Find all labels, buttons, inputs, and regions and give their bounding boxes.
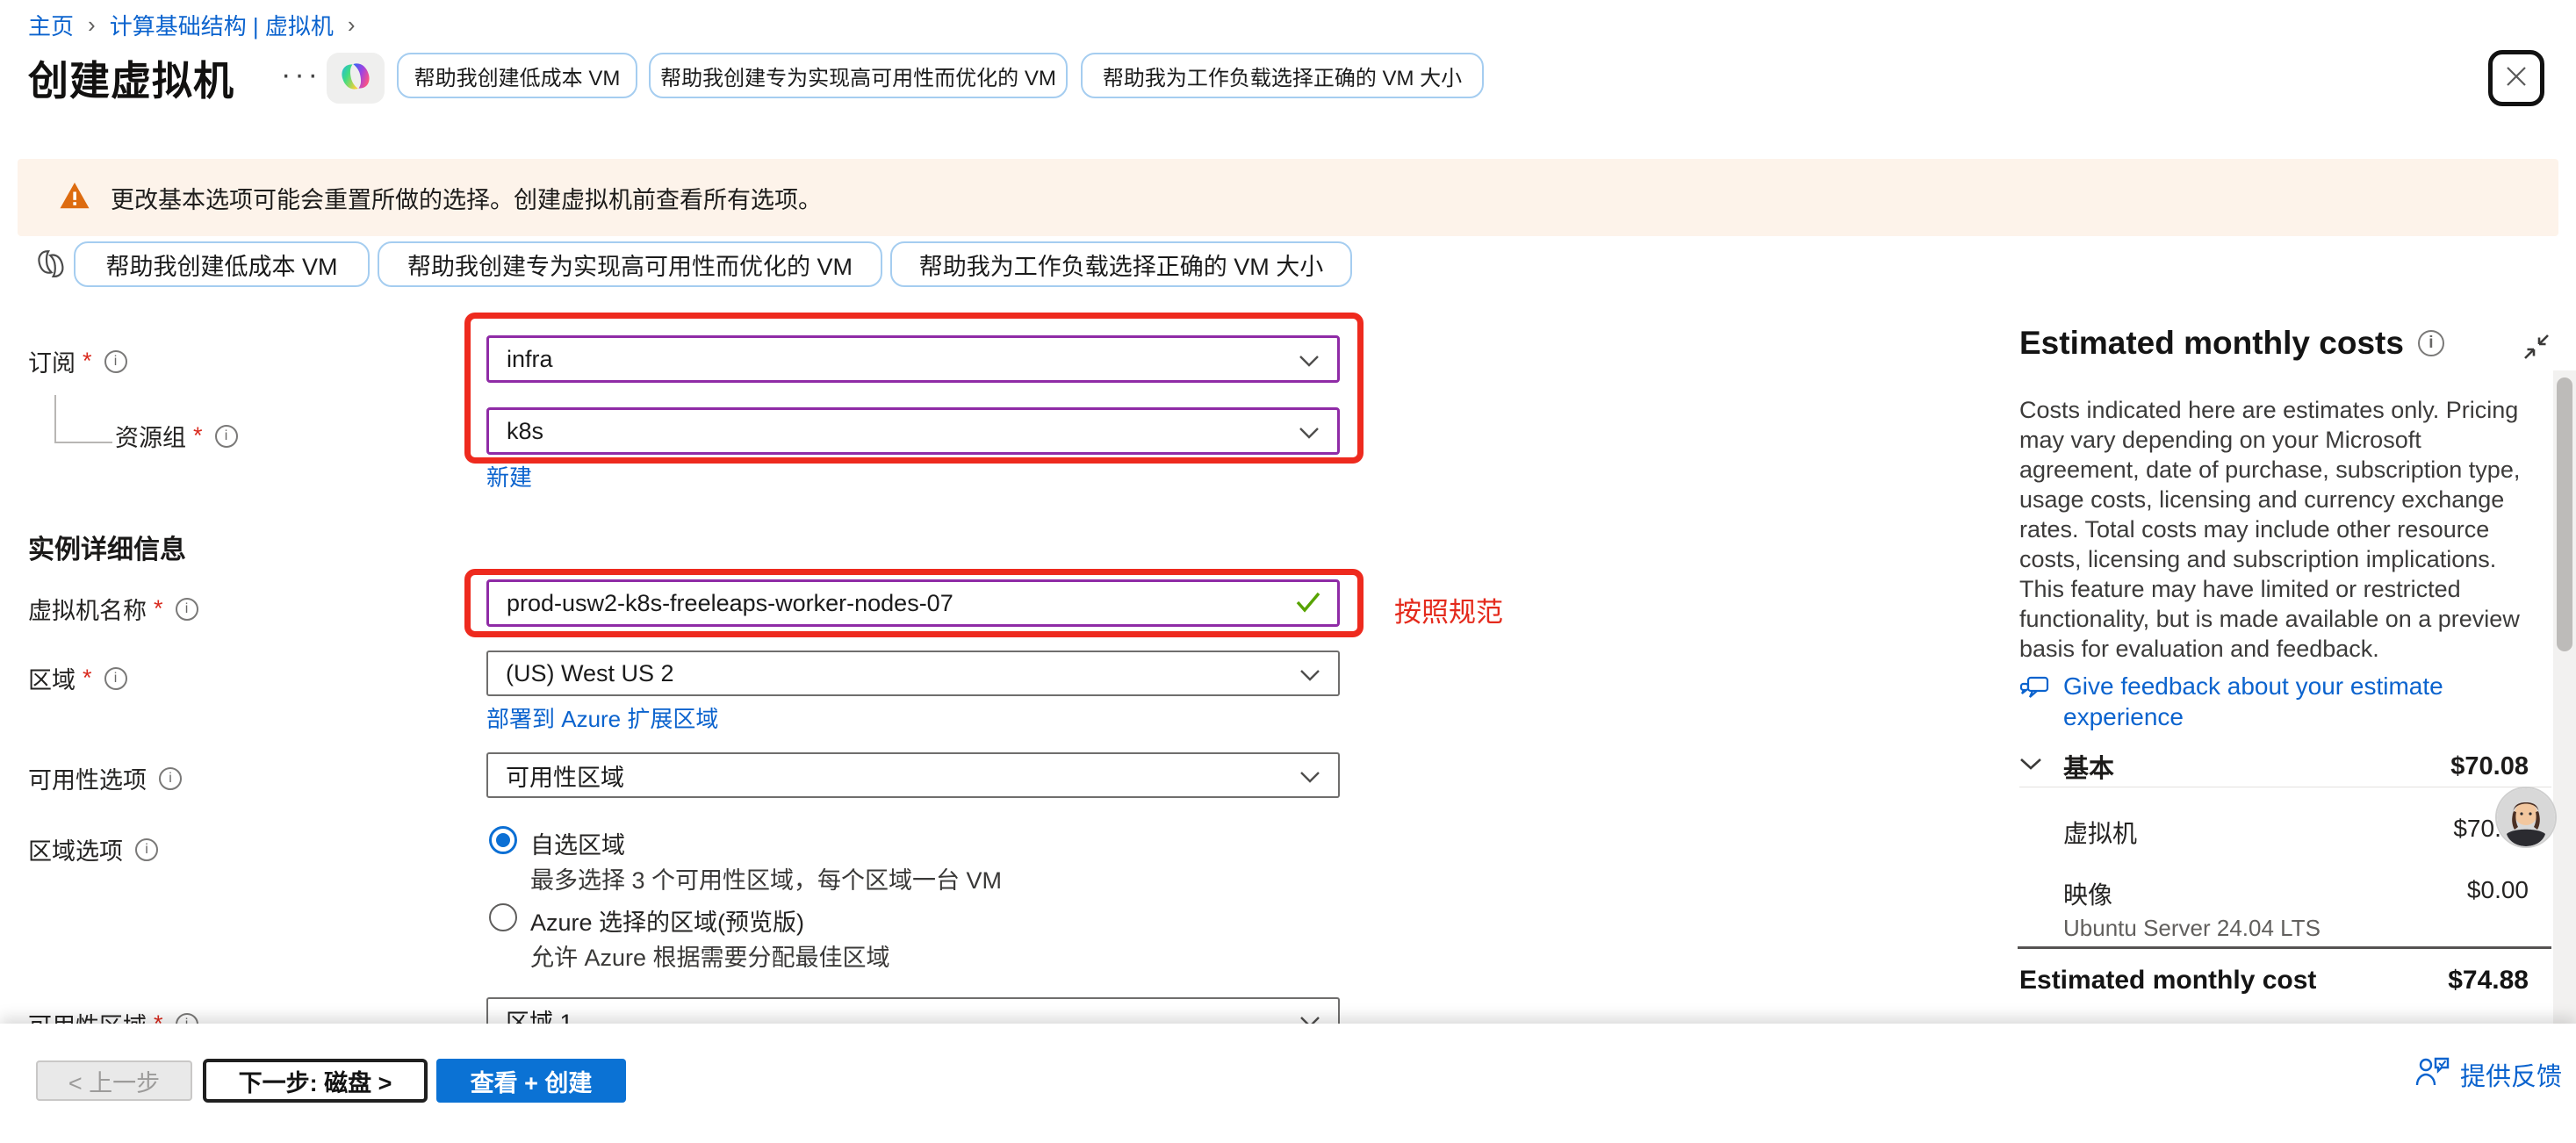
azure-create-vm-page: 主页 › 计算基础结构 | 虚拟机 › 创建虚拟机 ··· [0, 0, 2576, 1143]
zone-option-2-desc: 允许 Azure 根据需要分配最佳区域 [530, 938, 890, 973]
radio-self-selected-zones[interactable] [489, 826, 517, 854]
chevron-down-icon [2019, 758, 2042, 775]
info-icon[interactable]: i [176, 598, 198, 621]
zone-option-2-label[interactable]: Azure 选择的区域(预览版) [530, 903, 804, 938]
availability-options-value: 可用性区域 [506, 758, 624, 793]
divider [2018, 946, 2551, 949]
cost-row-vm: 虚拟机 $70.08 [2063, 815, 2529, 850]
required-asterisk: * [83, 348, 92, 375]
required-asterisk: * [83, 665, 92, 692]
availability-options-label: 可用性选项 i [28, 761, 182, 795]
breadcrumb-home[interactable]: 主页 [28, 9, 74, 41]
chevron-down-icon [1299, 762, 1320, 789]
feedback-bubbles-icon [2018, 671, 2051, 732]
cost-total-row: Estimated monthly cost $74.88 [2019, 966, 2529, 996]
region-value: (US) West US 2 [506, 660, 674, 687]
info-icon[interactable]: i [104, 350, 127, 373]
resource-group-dropdown[interactable]: k8s [486, 407, 1340, 455]
create-new-link[interactable]: 新建 [486, 460, 532, 492]
vm-name-label: 虚拟机名称 * i [28, 592, 198, 626]
collapse-panel-button[interactable] [2522, 332, 2551, 366]
resource-group-value: k8s [507, 418, 543, 445]
zone-option-1-label[interactable]: 自选区域 [530, 826, 625, 860]
resource-group-label: 资源组 * i [115, 419, 238, 453]
more-options-button[interactable]: ··· [281, 58, 321, 92]
edge-zone-link[interactable]: 部署到 Azure 扩展区域 [486, 701, 718, 734]
subscription-label: 订阅 * i [28, 344, 127, 378]
cost-row-image-sub: Ubuntu Server 24.04 LTS [2063, 915, 2321, 942]
cost-disclaimer: Costs indicated here are estimates only.… [2019, 395, 2541, 664]
copilot-icon [337, 58, 374, 99]
instance-details-heading: 实例详细信息 [28, 528, 186, 566]
connector-line [54, 395, 56, 442]
warning-icon [58, 180, 91, 216]
suggestion-right-vm-size-2[interactable]: 帮助我为工作负载选择正确的 VM 大小 [890, 241, 1352, 287]
suggestion-low-cost-vm-2[interactable]: 帮助我创建低成本 VM [74, 241, 370, 287]
page-feedback-link[interactable]: 提供反馈 [2414, 1055, 2562, 1093]
chevron-down-icon [1299, 418, 1320, 445]
feedback-person-icon [2414, 1055, 2450, 1093]
connector-line [54, 442, 112, 443]
required-asterisk: * [193, 422, 203, 449]
close-icon [2502, 62, 2530, 95]
region-dropdown[interactable]: (US) West US 2 [486, 651, 1340, 696]
vm-name-input[interactable] [505, 589, 1295, 618]
cost-group-value: $70.08 [2450, 752, 2529, 781]
warning-banner: 更改基本选项可能会重置所做的选择。创建虚拟机前查看所有选项。 [18, 159, 2558, 236]
cost-panel-title: Estimated monthly costs i [2019, 325, 2444, 362]
chevron-right-icon: › [348, 11, 356, 39]
scrollbar-thumb[interactable] [2557, 377, 2572, 651]
vm-name-field [486, 579, 1340, 627]
info-icon[interactable]: i [104, 667, 127, 690]
info-icon[interactable]: i [2418, 330, 2444, 356]
suggestion-high-availability-vm[interactable]: 帮助我创建专为实现高可用性而优化的 VM [649, 53, 1068, 98]
previous-step-button[interactable]: < 上一步 [36, 1060, 192, 1101]
breadcrumb: 主页 › 计算基础结构 | 虚拟机 › [28, 9, 356, 41]
info-icon[interactable]: i [159, 767, 182, 790]
collapse-icon [2522, 350, 2551, 365]
suggestion-high-availability-vm-2[interactable]: 帮助我创建专为实现高可用性而优化的 VM [378, 241, 882, 287]
chevron-down-icon [1299, 660, 1320, 687]
chevron-right-icon: › [88, 11, 96, 39]
availability-options-dropdown[interactable]: 可用性区域 [486, 752, 1340, 798]
required-asterisk: * [154, 595, 163, 622]
valid-check-icon [1295, 590, 1321, 617]
cost-group-basic[interactable]: 基本 $70.08 [2019, 748, 2529, 785]
zone-options-label: 区域选项 i [28, 832, 158, 866]
radio-azure-selected-zones[interactable] [489, 903, 517, 931]
cost-row-image: 映像 $0.00 [2063, 876, 2529, 911]
breadcrumb-virtual-machines[interactable]: 计算基础结构 | 虚拟机 [110, 9, 334, 41]
footer-bar: < 上一步 下一步: 磁盘 > 查看 + 创建 [0, 1024, 2576, 1143]
suggestion-right-vm-size[interactable]: 帮助我为工作负载选择正确的 VM 大小 [1081, 53, 1484, 98]
copilot-outline-icon[interactable] [33, 242, 68, 291]
page-title: 创建虚拟机 [28, 49, 234, 107]
chevron-down-icon [1299, 346, 1320, 373]
close-button[interactable] [2488, 50, 2544, 106]
next-step-disks-button[interactable]: 下一步: 磁盘 > [203, 1059, 428, 1103]
vm-name-annotation: 按照规范 [1394, 590, 1503, 629]
info-icon[interactable]: i [215, 425, 238, 448]
estimate-feedback-link[interactable]: Give feedback about your estimate experi… [2018, 671, 2511, 732]
subscription-dropdown[interactable]: infra [486, 335, 1340, 383]
review-create-button[interactable]: 查看 + 创建 [436, 1059, 626, 1103]
subscription-value: infra [507, 346, 553, 373]
suggestion-low-cost-vm[interactable]: 帮助我创建低成本 VM [397, 53, 637, 98]
zone-option-1-desc: 最多选择 3 个可用性区域，每个区域一台 VM [530, 861, 1002, 895]
info-icon[interactable]: i [135, 838, 158, 861]
region-label: 区域 * i [28, 661, 127, 695]
warning-message: 更改基本选项可能会重置所做的选择。创建虚拟机前查看所有选项。 [111, 181, 822, 215]
avatar[interactable] [2497, 788, 2555, 846]
copilot-button[interactable] [327, 53, 385, 104]
